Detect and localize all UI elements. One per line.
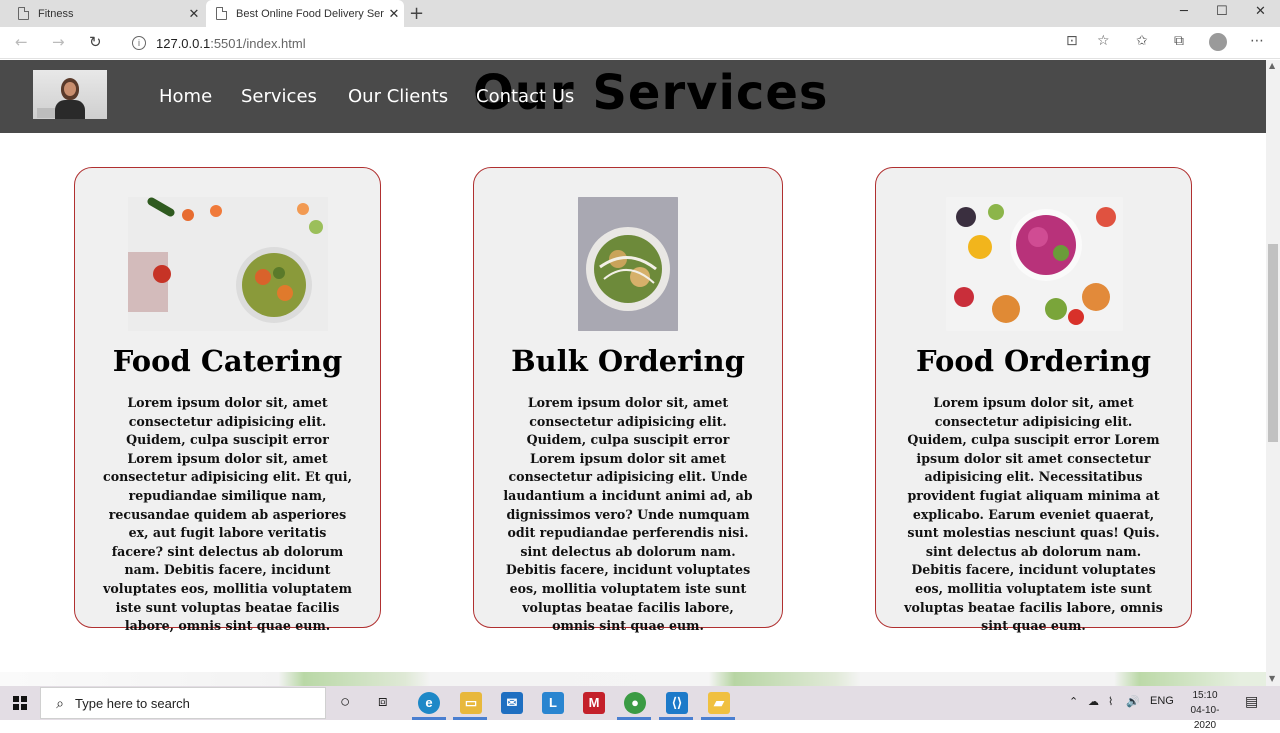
new-tab-icon[interactable]: +: [409, 3, 424, 24]
volume-icon[interactable]: 🔊: [1126, 695, 1140, 708]
windows-taskbar: ⌕ Type here to search ○ ⧈ e ▭ ✉ L M ● ⟨⟩…: [0, 686, 1280, 731]
decorative-background-strip: [0, 672, 1266, 686]
card-title: Food Ordering: [916, 344, 1151, 378]
network-icon[interactable]: ⌇: [1108, 695, 1113, 708]
food-ordering-image: [946, 197, 1123, 331]
vscode-icon[interactable]: ⟨⟩: [666, 692, 688, 714]
show-hidden-icons[interactable]: ⌃: [1069, 695, 1078, 708]
search-icon: ⌕: [56, 694, 64, 711]
address-bar: ← → ↻ i 127.0.0.1:5501/index.html ⊡ ☆ ✩ …: [0, 27, 1280, 59]
windows-start-icon[interactable]: [13, 696, 27, 710]
minimize-icon[interactable]: ─: [1180, 4, 1188, 19]
site-navbar: Home Services Our Services Our Clients C…: [0, 60, 1266, 133]
close-tab-icon[interactable]: ✕: [384, 6, 404, 22]
favorites-icon[interactable]: ✩: [1136, 33, 1148, 49]
profile-avatar[interactable]: [1209, 33, 1227, 51]
browser-tab-food-delivery[interactable]: Best Online Food Delivery Servic ✕: [206, 0, 404, 27]
maximize-icon[interactable]: ☐: [1216, 4, 1228, 19]
browser-tab-bar: Fitness ✕ Best Online Food Delivery Serv…: [0, 0, 1280, 27]
service-card-food-catering: Food Catering Lorem ipsum dolor sit, ame…: [74, 167, 381, 633]
more-icon[interactable]: ⋯: [1250, 33, 1264, 49]
service-card-bulk-ordering: Bulk Ordering Lorem ipsum dolor sit, ame…: [473, 167, 783, 633]
collections-icon[interactable]: ⧉: [1174, 33, 1184, 49]
page-icon: [18, 7, 29, 20]
forward-icon[interactable]: →: [52, 33, 65, 51]
browser-tab-fitness[interactable]: Fitness ✕: [8, 0, 204, 27]
tab-title: Fitness: [38, 7, 74, 20]
nav-contact-us[interactable]: Contact Us: [476, 86, 574, 107]
url-host: 127.0.0.1: [156, 35, 211, 51]
edge-icon[interactable]: e: [418, 692, 440, 714]
tab-title: Best Online Food Delivery Servic: [236, 7, 384, 20]
card-description: Lorem ipsum dolor sit, amet consectetur …: [503, 395, 753, 634]
clock-time: 15:10: [1192, 690, 1218, 701]
card-title: Food Catering: [112, 344, 343, 378]
scrollbar-thumb[interactable]: [1268, 244, 1278, 442]
close-window-icon[interactable]: ✕: [1255, 4, 1266, 19]
url-path: :5501/index.html: [210, 35, 306, 51]
bulk-ordering-image: [578, 197, 678, 331]
onedrive-icon[interactable]: ☁: [1088, 695, 1099, 708]
favorite-star-icon[interactable]: ☆: [1097, 33, 1110, 49]
page-icon: [216, 7, 227, 20]
card-description: Lorem ipsum dolor sit, amet consectetur …: [103, 395, 352, 634]
close-tab-icon[interactable]: ✕: [184, 6, 204, 22]
nav-services[interactable]: Services: [241, 86, 317, 107]
scroll-down-icon[interactable]: ▼: [1269, 674, 1275, 683]
task-view-icon[interactable]: ⧈: [378, 693, 388, 710]
clock-date: 04-10-2020: [1190, 705, 1220, 731]
logo-image[interactable]: [33, 70, 107, 119]
language-indicator[interactable]: ENG: [1150, 695, 1174, 707]
site-info-icon[interactable]: i: [132, 36, 146, 50]
chrome-icon[interactable]: ●: [624, 692, 646, 714]
scroll-up-icon[interactable]: ▲: [1269, 61, 1275, 70]
nav-home[interactable]: Home: [159, 86, 212, 107]
service-card-food-ordering: Food Ordering Lorem ipsum dolor sit, ame…: [875, 167, 1192, 633]
card-title: Bulk Ordering: [511, 344, 745, 378]
back-icon[interactable]: ←: [15, 33, 28, 51]
file-explorer-icon[interactable]: ▭: [460, 692, 482, 714]
nav-our-clients[interactable]: Our Clients: [348, 86, 448, 107]
notification-center-icon[interactable]: ▤: [1245, 693, 1258, 710]
food-catering-image: [128, 197, 328, 331]
read-aloud-icon[interactable]: ⊡: [1066, 33, 1078, 49]
cortana-icon[interactable]: ○: [340, 692, 350, 712]
l-app-icon[interactable]: L: [542, 692, 564, 714]
taskbar-clock[interactable]: 15:10 04-10-2020: [1180, 688, 1230, 733]
mcafee-icon[interactable]: M: [583, 692, 605, 714]
page-scrollbar[interactable]: ▲ ▼: [1266, 60, 1280, 686]
card-description: Lorem ipsum dolor sit, amet consectetur …: [904, 395, 1163, 634]
web-page: Home Services Our Services Our Clients C…: [0, 60, 1266, 686]
taskbar-search-box[interactable]: ⌕ Type here to search: [40, 687, 326, 719]
search-placeholder: Type here to search: [75, 695, 190, 711]
mail-icon[interactable]: ✉: [501, 692, 523, 714]
reload-icon[interactable]: ↻: [89, 33, 102, 51]
url-field[interactable]: i 127.0.0.1:5501/index.html: [120, 30, 1120, 56]
sticky-folder-icon[interactable]: ▰: [708, 692, 730, 714]
